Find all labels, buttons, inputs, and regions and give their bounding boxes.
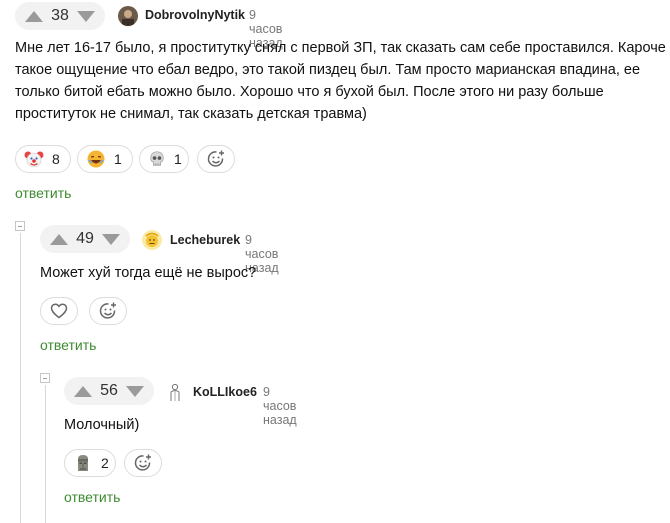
avatar[interactable] <box>142 230 162 250</box>
reaction-moai[interactable]: 2 <box>64 449 116 477</box>
upvote-icon[interactable] <box>50 233 68 245</box>
author-name[interactable]: Lecheburek <box>170 233 240 247</box>
reaction-count: 8 <box>52 151 60 167</box>
add-emoji-icon <box>133 453 153 473</box>
reaction-laughing[interactable]: 1 <box>77 145 133 173</box>
author-name[interactable]: KoLLIkoe6 <box>193 385 257 399</box>
reaction-clown[interactable]: 8 <box>15 145 71 173</box>
comment-text: Может хуй тогда ещё не вырос? <box>40 265 257 281</box>
comment-time[interactable]: 9 часов назад <box>263 385 297 427</box>
thread-line[interactable] <box>45 385 46 523</box>
downvote-icon[interactable] <box>125 385 144 397</box>
comment-text: Молочный) <box>64 417 140 433</box>
heart-icon <box>49 301 69 321</box>
upvote-icon[interactable] <box>74 385 92 397</box>
author-name[interactable]: DobrovolnyNytik <box>145 8 245 22</box>
thread-line[interactable] <box>20 233 21 523</box>
reply-button[interactable]: ответить <box>64 489 120 505</box>
comment-text: Мне лет 16-17 было, я проститутку снял с… <box>15 40 666 122</box>
collapse-thread-button[interactable] <box>40 373 50 383</box>
upvote-icon[interactable] <box>25 10 43 22</box>
comment-score: 49 <box>76 230 94 247</box>
add-emoji-icon <box>98 301 118 321</box>
add-emoji-icon <box>206 149 226 169</box>
add-reaction-button[interactable] <box>197 145 235 173</box>
vote-control: 49 <box>40 225 130 253</box>
clown-icon <box>24 149 44 169</box>
vote-control: 56 <box>64 377 154 405</box>
reply-button[interactable]: ответить <box>15 185 71 201</box>
reply-button[interactable]: ответить <box>40 337 96 353</box>
downvote-icon[interactable] <box>76 10 95 22</box>
moai-icon <box>73 453 93 473</box>
like-button[interactable] <box>40 297 78 325</box>
collapse-thread-button[interactable] <box>15 221 25 231</box>
downvote-icon[interactable] <box>101 233 120 245</box>
reaction-count: 1 <box>114 151 122 167</box>
avatar[interactable] <box>165 382 185 402</box>
laughing-face-icon <box>86 149 106 169</box>
comment-score: 38 <box>51 7 69 24</box>
add-reaction-button[interactable] <box>89 297 127 325</box>
avatar[interactable] <box>118 6 138 26</box>
reaction-count: 1 <box>174 151 182 167</box>
reaction-count: 2 <box>101 455 109 471</box>
add-reaction-button[interactable] <box>124 449 162 477</box>
reaction-skull[interactable]: 1 <box>139 145 189 173</box>
skull-icon <box>148 150 166 168</box>
vote-control: 38 <box>15 2 105 30</box>
comment-score: 56 <box>100 382 118 399</box>
